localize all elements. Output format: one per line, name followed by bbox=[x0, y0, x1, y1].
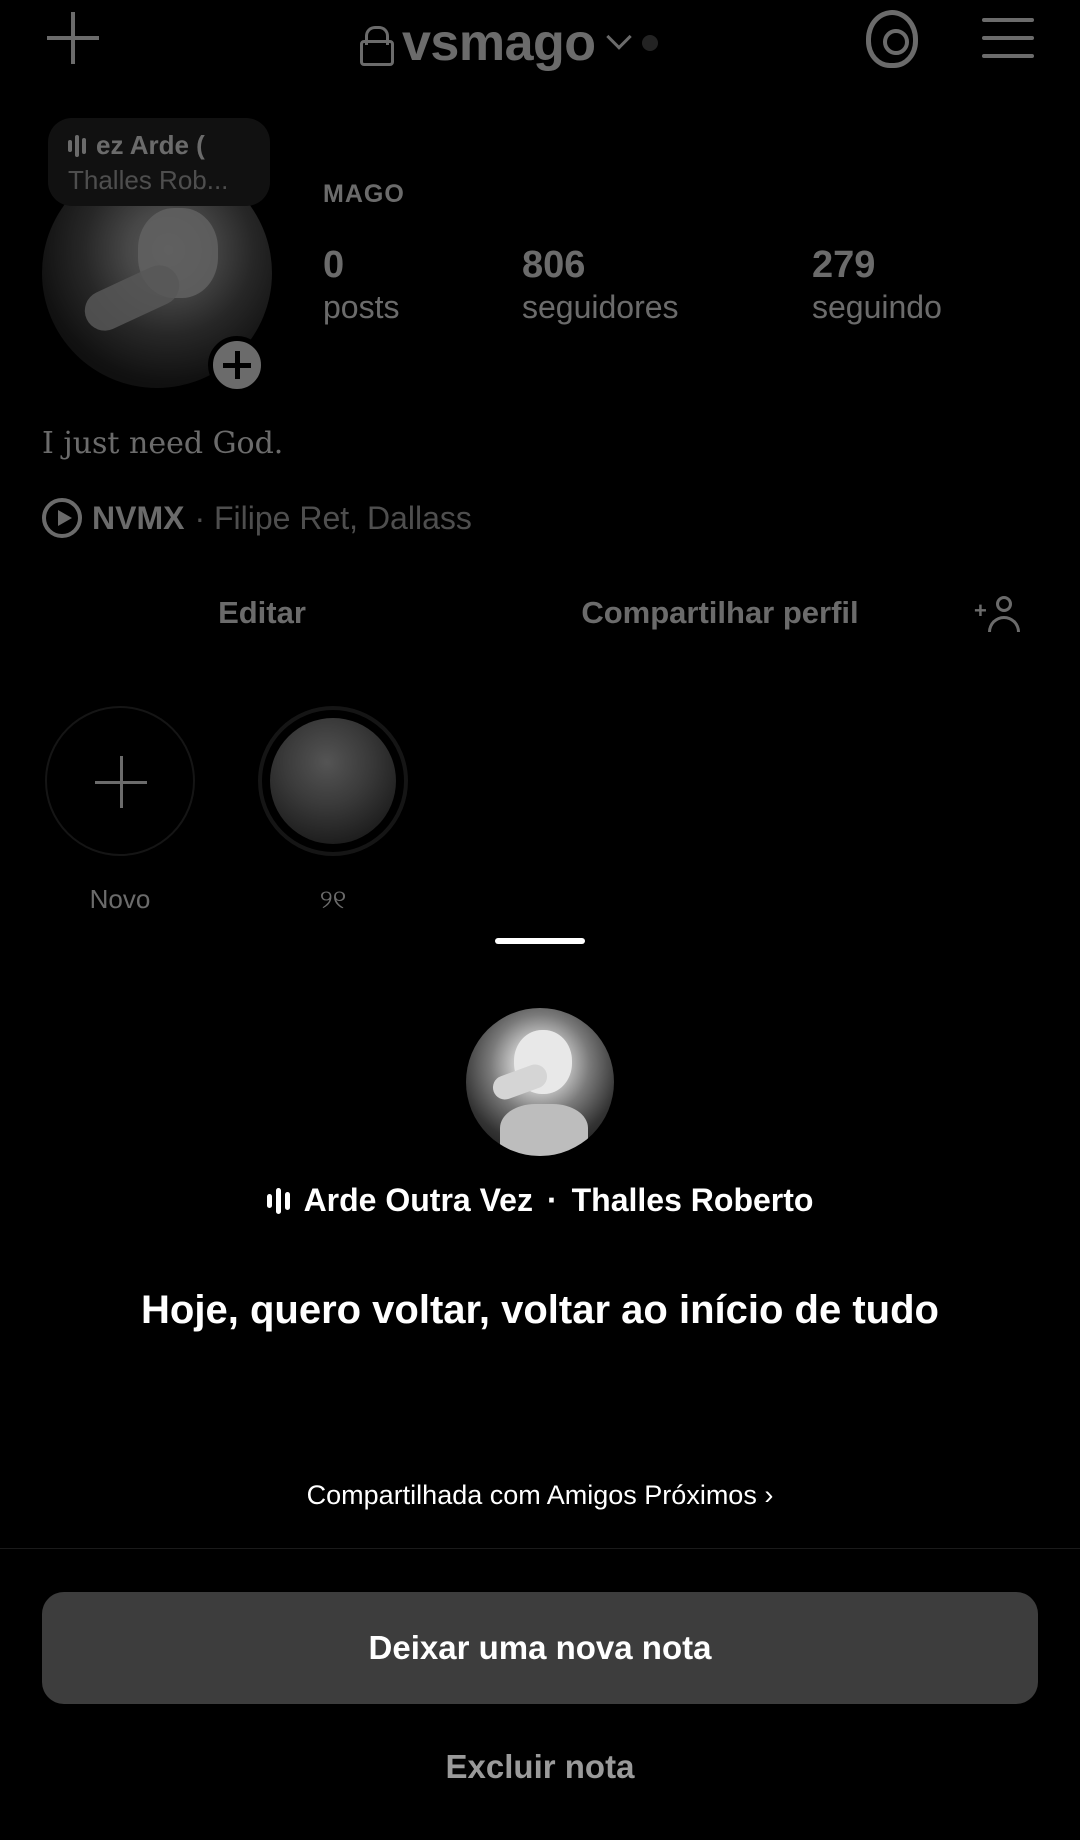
following-label: seguindo bbox=[812, 289, 942, 325]
highlight-item[interactable] bbox=[258, 706, 408, 856]
new-highlight-icon[interactable] bbox=[45, 706, 195, 856]
new-highlight-label: Novo bbox=[89, 884, 151, 914]
sound-bars-icon bbox=[68, 134, 86, 157]
hamburger-menu-icon[interactable] bbox=[982, 16, 1034, 60]
create-plus-icon[interactable] bbox=[45, 10, 101, 66]
note-song-title: Arde Outra Vez bbox=[303, 1182, 533, 1218]
profile-screen: vsmago ez Arde ( Thalles Rob... MAGO 0 p… bbox=[0, 0, 1080, 940]
sound-bars-icon bbox=[266, 1186, 290, 1216]
username: vsmago bbox=[402, 14, 596, 72]
sheet-drag-handle[interactable] bbox=[495, 938, 585, 944]
highlight-label: ୨୧ bbox=[319, 884, 347, 914]
note-bubble-line2: Thalles Rob... bbox=[68, 165, 229, 195]
followers-count: 806 bbox=[522, 244, 586, 286]
note-avatar bbox=[466, 1008, 614, 1156]
delete-note-button[interactable]: Excluir nota bbox=[0, 1748, 1080, 1786]
profile-name: MAGO bbox=[323, 180, 405, 208]
leave-new-note-button[interactable]: Deixar uma nova nota bbox=[42, 1592, 1038, 1704]
edit-profile-button[interactable]: Editar bbox=[42, 580, 482, 646]
note-song-separator: · bbox=[546, 1182, 558, 1218]
following-stat[interactable]: 279 seguindo bbox=[812, 244, 942, 326]
share-profile-button[interactable]: Compartilhar perfil bbox=[500, 580, 940, 646]
followers-stat[interactable]: 806 seguidores bbox=[522, 244, 679, 326]
notification-dot bbox=[641, 35, 658, 51]
divider bbox=[0, 1548, 1080, 1549]
note-song-artist: Thalles Roberto bbox=[571, 1182, 814, 1218]
posts-label: posts bbox=[323, 289, 400, 325]
add-story-icon[interactable] bbox=[208, 336, 266, 394]
threads-icon[interactable] bbox=[866, 10, 918, 68]
account-switcher[interactable]: vsmago bbox=[360, 8, 658, 78]
chevron-down-icon bbox=[605, 24, 632, 50]
note-bubble-line1: ez Arde ( bbox=[96, 130, 205, 160]
note-text: Hoje, quero voltar, voltar ao início de … bbox=[141, 1288, 939, 1332]
note-bubble[interactable]: ez Arde ( Thalles Rob... bbox=[48, 118, 270, 206]
posts-stat[interactable]: 0 posts bbox=[323, 244, 399, 326]
following-count: 279 bbox=[812, 244, 876, 286]
posts-count: 0 bbox=[323, 244, 345, 286]
play-icon bbox=[42, 498, 82, 538]
music-song: NVMX bbox=[92, 499, 185, 536]
add-person-icon[interactable]: + bbox=[974, 596, 1022, 632]
note-song[interactable]: Arde Outra Vez · Thalles Roberto bbox=[0, 1182, 1080, 1219]
profile-actions: Editar Compartilhar perfil + bbox=[0, 580, 1080, 646]
lock-icon bbox=[360, 26, 394, 66]
profile-music[interactable]: NVMX · Filipe Ret, Dallass bbox=[42, 498, 472, 538]
shared-with-link[interactable]: Compartilhada com Amigos Próximos › bbox=[0, 1480, 1080, 1511]
bio-text: I just need God. bbox=[42, 426, 284, 461]
note-sheet: Arde Outra Vez · Thalles Roberto Hoje, q… bbox=[0, 920, 1080, 1840]
music-artists: · Filipe Ret, Dallass bbox=[194, 499, 472, 536]
top-bar: vsmago bbox=[0, 0, 1080, 90]
followers-label: seguidores bbox=[522, 289, 679, 325]
